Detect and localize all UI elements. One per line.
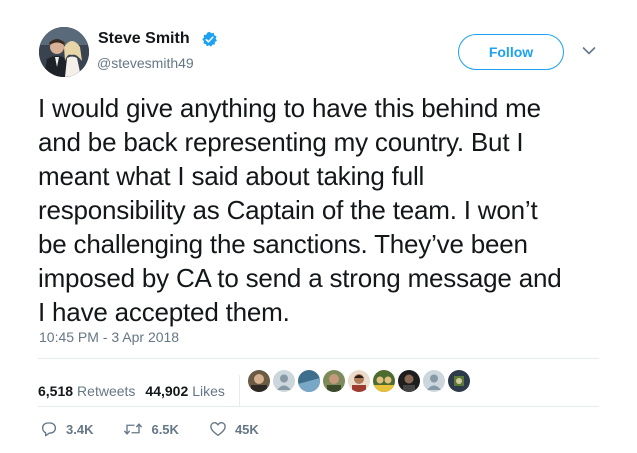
tweet-timestamp[interactable]: 10:45 PM - 3 Apr 2018 [39,329,179,345]
divider [38,358,599,359]
tweet-line: imposed by CA to send a strong message a… [38,263,562,293]
retweets-label: Retweets [77,383,136,399]
verified-badge-icon [202,31,217,47]
liker-avatar[interactable] [348,370,370,392]
liker-avatar[interactable] [273,370,295,392]
tweet-text: I would give anything to have this behin… [38,91,613,329]
follow-button[interactable]: Follow [458,34,564,70]
liker-avatars [248,370,473,392]
retweet-action[interactable]: 6.5K [123,420,179,438]
reply-icon [41,422,57,437]
engagement-stats: 6,518 Retweets 44,902 Likes [38,375,240,407]
tweet-line: meant what I said about taking full [38,161,425,191]
retweet-count: 6.5K [151,421,179,437]
like-count: 45K [234,421,259,437]
liker-avatar[interactable] [423,370,445,392]
tweet-line: and be back representing my country. But… [38,127,524,157]
chevron-down-icon[interactable] [582,46,596,56]
reply-action[interactable]: 3.4K [40,420,93,438]
liker-avatar[interactable] [448,370,470,392]
author-handle[interactable]: @stevesmith49 [97,55,194,71]
liker-avatar[interactable] [323,370,345,392]
likes-count: 44,902 [145,383,189,399]
retweets-stat[interactable]: 6,518 Retweets [38,383,135,399]
stats-separator [238,375,240,407]
tweet-line: responsibility as Captain of the team. I… [38,195,538,225]
divider [38,406,599,407]
liker-avatar[interactable] [298,370,320,392]
retweet-icon [124,423,143,435]
avatar-photo-icon [39,27,89,77]
tweet-actions: 3.4K 6.5K 45K [40,420,289,438]
liker-avatar[interactable] [373,370,395,392]
liker-avatar[interactable] [398,370,420,392]
author-avatar[interactable] [39,27,89,77]
tweet-line: I have accepted them. [38,297,290,327]
likes-stat[interactable]: 44,902 Likes [145,383,225,399]
reply-count: 3.4K [66,421,94,437]
like-action[interactable]: 45K [209,420,259,438]
tweet-line: be challenging the sanctions. They’ve be… [38,229,528,259]
tweet-line: I would give anything to have this behin… [38,93,541,123]
likes-label: Likes [192,383,225,399]
retweets-count: 6,518 [38,383,74,399]
author-name[interactable]: Steve Smith [98,30,190,48]
liker-avatar[interactable] [248,370,270,392]
heart-icon [210,422,226,437]
